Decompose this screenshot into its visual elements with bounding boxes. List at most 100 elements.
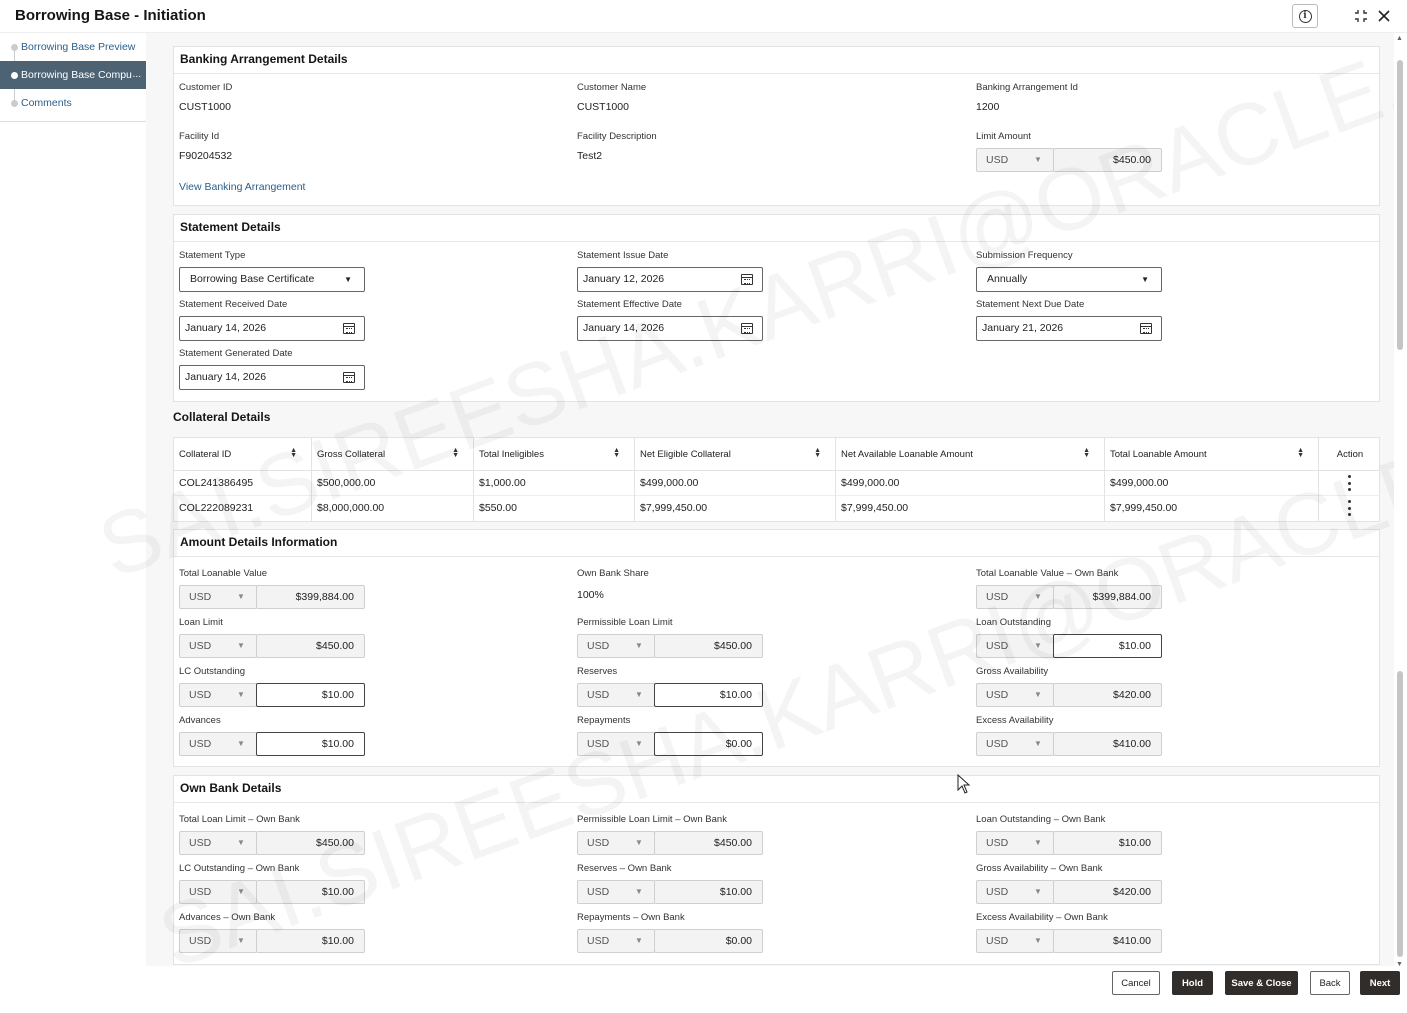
- currency-select[interactable]: USD ▼: [577, 831, 655, 855]
- scroll-up-icon[interactable]: ▲: [1396, 35, 1403, 42]
- excess-availability-own-bank-field: Excess Availability – Own Bank USD ▼ $410.0…: [976, 912, 1162, 953]
- statement-generated-date-input[interactable]: January 14, 2026: [179, 365, 365, 390]
- sort-icon[interactable]: ▲ ▼: [814, 447, 821, 459]
- next-button[interactable]: Next: [1360, 971, 1400, 995]
- amount-input[interactable]: $399,884.00: [256, 585, 365, 609]
- amount-input[interactable]: $10.00: [654, 683, 763, 707]
- currency-select[interactable]: USD ▼: [179, 831, 257, 855]
- calendar-icon[interactable]: [1140, 323, 1152, 334]
- currency-select[interactable]: USD ▼: [976, 831, 1054, 855]
- amount-input[interactable]: $450.00: [654, 634, 763, 658]
- facility-description-field: Facility Description Test2: [577, 131, 657, 162]
- currency-select[interactable]: USD ▼: [577, 634, 655, 658]
- currency-select[interactable]: USD ▼: [976, 585, 1054, 609]
- caret-down-icon: ▼: [635, 641, 643, 650]
- amount-input-group: USD ▼ $410.00: [976, 929, 1162, 953]
- currency-select[interactable]: USD ▼: [976, 880, 1054, 904]
- view-banking-arrangement-link[interactable]: View Banking Arrangement: [179, 181, 305, 193]
- amount-input[interactable]: $10.00: [1053, 831, 1162, 855]
- sidebar-item-borrowing-base-preview[interactable]: Borrowing Base Preview: [0, 33, 146, 61]
- calendar-icon[interactable]: [343, 323, 355, 334]
- statement-effective-date-input[interactable]: January 14, 2026: [577, 316, 763, 341]
- amount-input[interactable]: $10.00: [654, 880, 763, 904]
- amount-input-group: USD ▼ $399,884.00: [976, 585, 1162, 609]
- calendar-icon[interactable]: [741, 274, 753, 285]
- amount-input[interactable]: $10.00: [256, 732, 365, 756]
- amount-input[interactable]: $420.00: [1053, 683, 1162, 707]
- vertical-scrollbar[interactable]: ▲ ▼: [1394, 33, 1407, 973]
- info-button[interactable]: i: [1292, 4, 1318, 28]
- currency-select[interactable]: USD ▼: [976, 929, 1054, 953]
- amount-input[interactable]: $10.00: [256, 683, 365, 707]
- currency-select[interactable]: USD ▼: [976, 732, 1054, 756]
- row-actions-menu-icon[interactable]: [1344, 500, 1354, 516]
- currency-select[interactable]: USD ▼: [577, 929, 655, 953]
- calendar-icon[interactable]: [741, 323, 753, 334]
- save-close-button[interactable]: Save & Close: [1225, 971, 1298, 995]
- amount-input[interactable]: $410.00: [1053, 929, 1162, 953]
- amount-input[interactable]: $0.00: [654, 732, 763, 756]
- collateral-details-title: Collateral Details: [173, 410, 271, 424]
- statement-issue-date-input[interactable]: January 12, 2026: [577, 267, 763, 292]
- amount-input[interactable]: $10.00: [1053, 634, 1162, 658]
- amount-input[interactable]: $410.00: [1053, 732, 1162, 756]
- caret-down-icon: ▼: [344, 275, 352, 284]
- back-button[interactable]: Back: [1310, 971, 1350, 995]
- currency-select[interactable]: USD ▼: [976, 634, 1054, 658]
- caret-down-icon: ▼: [237, 641, 245, 650]
- currency-select[interactable]: USD ▼: [976, 683, 1054, 707]
- column-header-total-loanable-amount[interactable]: Total Loanable Amount ▲ ▼: [1105, 438, 1319, 471]
- caret-down-icon: ▼: [1034, 936, 1042, 945]
- currency-select[interactable]: USD ▼: [577, 683, 655, 707]
- currency-select[interactable]: USD ▼: [179, 929, 257, 953]
- currency-select[interactable]: USD ▼: [976, 148, 1054, 172]
- statement-next-due-date-input[interactable]: January 21, 2026: [976, 316, 1162, 341]
- row-actions-menu-icon[interactable]: [1344, 475, 1354, 491]
- submission-frequency-select[interactable]: Annually ▼: [976, 267, 1162, 292]
- column-header-gross-collateral[interactable]: Gross Collateral ▲ ▼: [312, 438, 474, 471]
- amount-input[interactable]: $0.00: [654, 929, 763, 953]
- column-header-collateral-id[interactable]: Collateral ID ▲ ▼: [174, 438, 312, 471]
- amount-input[interactable]: $420.00: [1053, 880, 1162, 904]
- cancel-button[interactable]: Cancel: [1112, 971, 1160, 995]
- currency-select[interactable]: USD ▼: [179, 732, 257, 756]
- sidebar-item-label: Borrowing Base Preview: [21, 41, 136, 53]
- currency-select[interactable]: USD ▼: [179, 634, 257, 658]
- sidebar-item-comments[interactable]: Comments: [0, 89, 146, 117]
- column-header-net-available-loanable-amount[interactable]: Net Available Loanable Amount ▲ ▼: [836, 438, 1105, 471]
- amount-input[interactable]: $10.00: [256, 880, 365, 904]
- amount-input[interactable]: $10.00: [256, 929, 365, 953]
- amount-input[interactable]: $399,884.00: [1053, 585, 1162, 609]
- sort-icon[interactable]: ▲ ▼: [1083, 447, 1090, 459]
- sort-icon[interactable]: ▲ ▼: [1297, 447, 1304, 459]
- currency-select[interactable]: USD ▼: [179, 880, 257, 904]
- step-dot-icon: [11, 100, 18, 107]
- field-value: Test2: [577, 150, 603, 162]
- caret-down-icon: ▼: [1034, 155, 1042, 164]
- amount-input[interactable]: $450.00: [256, 831, 365, 855]
- currency-select[interactable]: USD ▼: [577, 880, 655, 904]
- currency-select[interactable]: USD ▼: [179, 683, 257, 707]
- sort-icon[interactable]: ▲ ▼: [290, 447, 297, 459]
- field-value: 100%: [577, 589, 604, 601]
- amount-input[interactable]: $450.00: [654, 831, 763, 855]
- column-header-total-ineligibles[interactable]: Total Ineligibles ▲ ▼: [474, 438, 635, 471]
- amount-input[interactable]: $450.00: [1053, 148, 1162, 172]
- field-value: CUST1000: [577, 101, 629, 113]
- sidebar-item-borrowing-base-computation[interactable]: Borrowing Base Compu ...: [0, 61, 146, 89]
- hold-button[interactable]: Hold: [1172, 971, 1213, 995]
- sidebar: Borrowing Base Preview Borrowing Base Co…: [0, 33, 146, 1013]
- scrollbar-thumb[interactable]: [1397, 60, 1403, 350]
- sort-icon[interactable]: ▲ ▼: [452, 447, 459, 459]
- currency-select[interactable]: USD ▼: [179, 585, 257, 609]
- statement-received-date-input[interactable]: January 14, 2026: [179, 316, 365, 341]
- sort-icon[interactable]: ▲ ▼: [613, 447, 620, 459]
- amount-input[interactable]: $450.00: [256, 634, 365, 658]
- calendar-icon[interactable]: [343, 372, 355, 383]
- statement-type-select[interactable]: Borrowing Base Certificate ▼: [179, 267, 365, 292]
- close-button[interactable]: [1371, 4, 1397, 28]
- scrollbar-thumb[interactable]: [1397, 671, 1403, 957]
- column-header-net-eligible-collateral[interactable]: Net Eligible Collateral ▲ ▼: [635, 438, 836, 471]
- own-bank-details-section: Own Bank Details Total Loan Limit – Own …: [173, 775, 1380, 965]
- currency-select[interactable]: USD ▼: [577, 732, 655, 756]
